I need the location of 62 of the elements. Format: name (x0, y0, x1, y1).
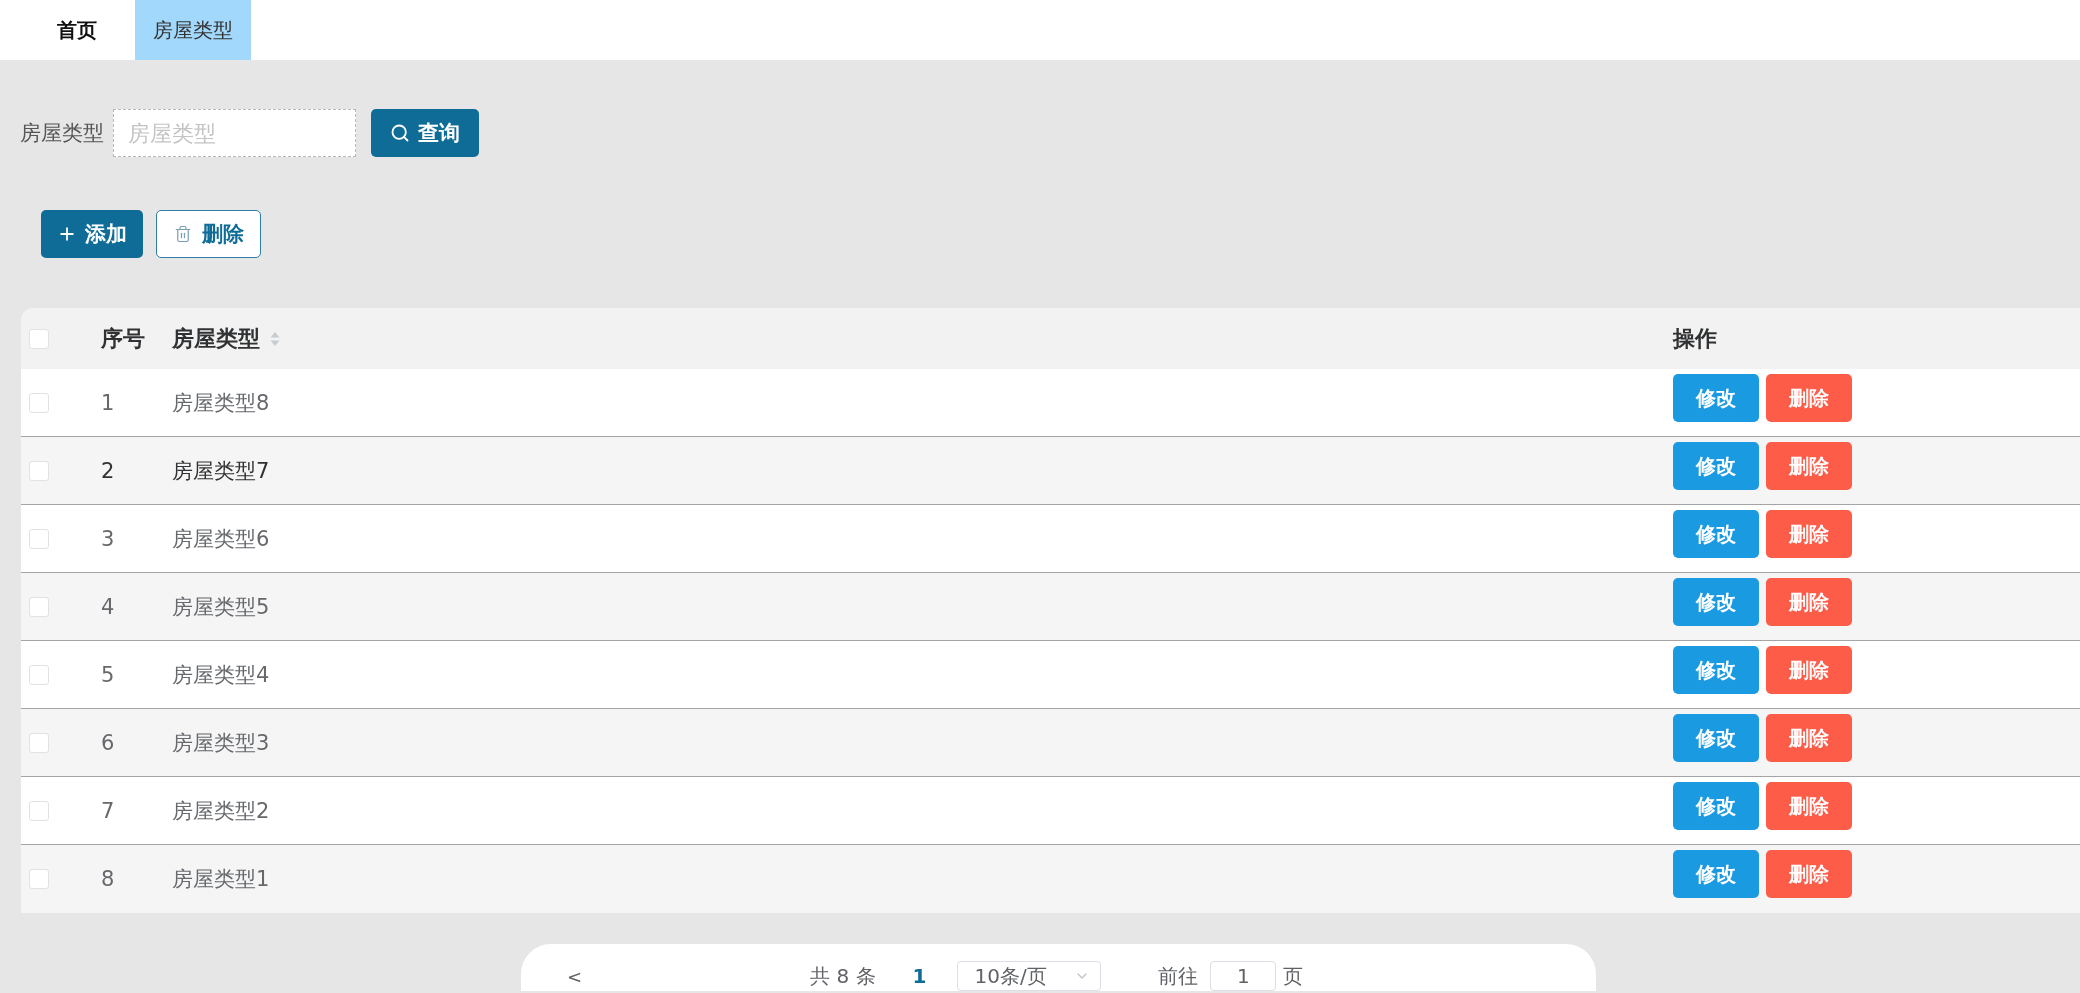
field-label: 房屋类型 (20, 120, 104, 147)
table-cell: 1 (101, 390, 115, 415)
table-cell-text: 房屋类型3 (172, 729, 270, 757)
table-cell: 8 (101, 867, 115, 891)
table-cell: 2 (101, 458, 115, 483)
checkbox[interactable] (29, 528, 49, 549)
table-cell: 6 (101, 730, 115, 755)
checkbox[interactable] (29, 460, 49, 481)
table-cell: 7 (101, 798, 115, 823)
edit-button[interactable]: 修改 (1673, 374, 1759, 422)
page-number-field[interactable]: 1 (1210, 961, 1277, 991)
page-size-select[interactable]: 10条/页 (957, 961, 1102, 991)
edit-button[interactable]: 修改 (1673, 850, 1759, 898)
checkbox[interactable] (29, 392, 49, 413)
table-cell: 5 (101, 662, 115, 687)
table-cell-text: 房屋类型8 (172, 389, 270, 417)
tab[interactable]: 房屋类型 (135, 0, 251, 60)
table-cell-text: 房屋类型1 (172, 866, 270, 893)
checkbox[interactable] (29, 800, 49, 821)
table-cell-text: 房屋类型4 (172, 661, 270, 689)
table-cell-text: 房屋类型2 (172, 797, 270, 825)
search-field[interactable]: 房屋类型 (113, 109, 356, 157)
trash-icon (173, 225, 192, 243)
edit-button[interactable]: 修改 (1673, 510, 1759, 558)
edit-button[interactable]: 修改 (1673, 442, 1759, 490)
goto-label: 前往 (1158, 963, 1199, 990)
delete-button[interactable]: 删除 (1766, 646, 1852, 694)
total-count: 共 8 条 (810, 963, 876, 990)
edit-button[interactable]: 修改 (1673, 714, 1759, 762)
delete-button[interactable]: 删除 (1766, 510, 1852, 558)
table-cell: 4 (101, 594, 115, 619)
delete-button[interactable]: 删除 (156, 210, 261, 258)
edit-button[interactable]: 修改 (1673, 646, 1759, 694)
page-button[interactable]: 1 (908, 961, 931, 991)
table-cell-text: 房屋类型5 (172, 593, 270, 621)
tab[interactable]: 首页 (19, 0, 135, 60)
search-icon (390, 123, 410, 143)
checkbox[interactable] (29, 596, 49, 617)
previous-page-button[interactable]: < (563, 961, 587, 991)
sort-icon[interactable] (270, 330, 280, 347)
column-header: 序号 (101, 324, 145, 353)
checkbox[interactable] (29, 869, 49, 889)
delete-button[interactable]: 删除 (1766, 442, 1852, 490)
search-button[interactable]: 查询 (371, 109, 479, 157)
delete-button[interactable]: 删除 (1766, 850, 1852, 898)
page-suffix: 页 (1283, 963, 1304, 990)
column-header[interactable]: 房屋类型 (172, 323, 280, 354)
delete-button[interactable]: 删除 (1766, 578, 1852, 626)
checkbox[interactable] (29, 732, 49, 753)
edit-button[interactable]: 修改 (1673, 782, 1759, 830)
table-cell-text: 房屋类型7 (172, 457, 270, 485)
delete-button[interactable]: 删除 (1766, 374, 1852, 422)
delete-button[interactable]: 删除 (1766, 782, 1852, 830)
delete-button[interactable]: 删除 (1766, 714, 1852, 762)
edit-button[interactable]: 修改 (1673, 578, 1759, 626)
add-button[interactable]: 添加 (41, 210, 143, 258)
column-header: 操作 (1673, 324, 1717, 353)
checkbox[interactable] (29, 328, 49, 349)
plus-icon (57, 224, 77, 244)
table-cell: 3 (101, 526, 115, 551)
checkbox[interactable] (29, 664, 49, 685)
table-cell-text: 房屋类型6 (172, 525, 270, 553)
